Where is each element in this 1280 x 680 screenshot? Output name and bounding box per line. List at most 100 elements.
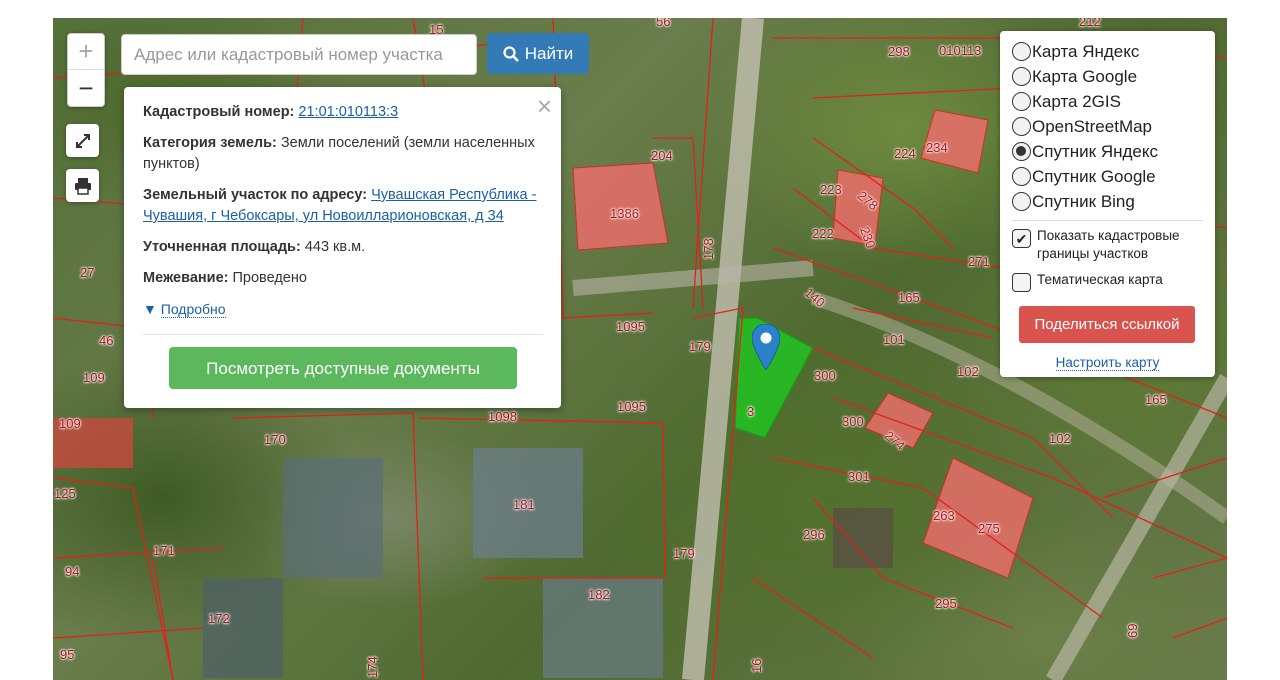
plot-number-label: 263	[933, 508, 955, 523]
plot-number-label: 174	[365, 656, 380, 678]
plot-number-label: 300	[814, 368, 836, 383]
layer-option[interactable]: Карта Яндекс	[1012, 39, 1215, 64]
plot-number-label: 224	[894, 146, 916, 161]
area-label: Уточненная площадь:	[143, 239, 301, 255]
plot-number-label: 1095	[617, 399, 646, 414]
radio-icon[interactable]	[1012, 67, 1031, 86]
plot-number-label: 179	[689, 339, 711, 354]
plot-number-label: 171	[153, 543, 175, 558]
configure-map-label[interactable]: Настроить карту	[1055, 355, 1160, 371]
plot-number-label: 1386	[610, 206, 639, 221]
plot-number-label: 179	[673, 546, 695, 561]
cadastral-number-row: Кадастровый номер: 21:01:010113:3	[143, 102, 543, 123]
layer-option[interactable]: Спутник Яндекс	[1012, 139, 1215, 164]
area-value: 443 кв.м.	[304, 239, 366, 255]
cadastral-number-label: Кадастровый номер:	[143, 104, 295, 120]
address-row: Земельный участок по адресу: Чувашская Р…	[143, 185, 543, 227]
plot-number-label: 298	[888, 44, 910, 59]
survey-row: Межевание: Проведено	[143, 268, 543, 289]
plot-number-label: 109	[83, 370, 105, 385]
show-boundaries-checkbox[interactable]: ✔ Показать кадастровые границы участков	[1012, 227, 1215, 263]
plot-number-label: 95	[60, 647, 75, 662]
map-layers-panel: Карта Яндекс Карта Google Карта 2GIS OpenSt…	[1000, 31, 1215, 377]
plot-number-label: 275	[978, 521, 1000, 536]
area-row: Уточненная площадь: 443 кв.м.	[143, 237, 543, 258]
cadastral-number-link[interactable]: 21:01:010113:3	[298, 104, 398, 120]
layer-option-label: Спутник Яндекс	[1032, 141, 1158, 161]
thematic-map-checkbox[interactable]: Тематическая карта	[1012, 271, 1215, 292]
layer-option-label: Спутник Google	[1032, 166, 1156, 186]
show-boundaries-label: Показать кадастровые границы участков	[1037, 228, 1180, 261]
radio-icon[interactable]	[1012, 167, 1031, 186]
search-button[interactable]: Найти	[487, 33, 589, 74]
layer-option[interactable]: Спутник Bing	[1012, 189, 1215, 214]
search-button-label: Найти	[524, 43, 574, 63]
divider	[1012, 220, 1203, 221]
layer-option-label: Спутник Bing	[1032, 191, 1135, 211]
checkbox-icon[interactable]: ✔	[1012, 229, 1031, 248]
plot-number-label: 56	[656, 18, 671, 29]
plot-number-label: 296	[803, 527, 825, 542]
plot-number-label: 125	[54, 486, 76, 501]
plot-number-label: 181	[513, 497, 535, 512]
plot-number-label: 102	[957, 364, 979, 379]
plot-number-label: 234	[926, 140, 948, 155]
share-link-button[interactable]: Поделиться ссылкой	[1019, 306, 1195, 343]
plot-number-label: 16	[749, 658, 764, 673]
layer-option[interactable]: Карта Google	[1012, 64, 1215, 89]
radio-icon[interactable]	[1012, 142, 1031, 161]
fullscreen-button[interactable]	[66, 124, 99, 157]
search-input[interactable]	[121, 34, 477, 75]
plot-number-label: 46	[99, 333, 114, 348]
plot-number-label: 300	[842, 414, 864, 429]
layer-option-label: Карта Яндекс	[1032, 41, 1140, 61]
details-toggle[interactable]: ▼ Подробно	[143, 299, 543, 320]
radio-icon[interactable]	[1012, 92, 1031, 111]
layer-option[interactable]: Спутник Google	[1012, 164, 1215, 189]
print-button[interactable]	[66, 169, 99, 202]
plot-number-label: 101	[883, 332, 905, 347]
plot-number-label: 1098	[488, 409, 517, 424]
layer-option-label: Карта Google	[1032, 66, 1138, 86]
plot-number-label: 165	[1145, 392, 1167, 407]
layer-option[interactable]: OpenStreetMap	[1012, 114, 1215, 139]
location-pin-icon[interactable]	[752, 324, 780, 370]
parcel-info-popup: × Кадастровый номер: 21:01:010113:3 Кате…	[124, 87, 561, 408]
radio-icon[interactable]	[1012, 192, 1031, 211]
plot-number-label: 010113	[939, 43, 982, 58]
zoom-control: + −	[67, 33, 105, 107]
print-icon	[74, 177, 91, 195]
configure-map-link[interactable]: Настроить карту	[1012, 355, 1215, 371]
zoom-out-button[interactable]: −	[68, 70, 104, 106]
layer-option-label: OpenStreetMap	[1032, 116, 1153, 136]
view-documents-button[interactable]: Посмотреть доступные документы	[169, 347, 517, 389]
close-icon[interactable]: ×	[537, 93, 552, 119]
zoom-in-button[interactable]: +	[68, 34, 104, 70]
checkbox-icon[interactable]	[1012, 273, 1031, 292]
plot-number-label: 1095	[616, 319, 645, 334]
layer-option-label: Карта 2GIS	[1032, 91, 1121, 111]
details-link[interactable]: Подробно	[160, 301, 226, 318]
search-icon	[503, 45, 519, 62]
survey-value: Проведено	[232, 270, 307, 286]
plot-number-label: 109	[59, 416, 81, 431]
radio-icon[interactable]	[1012, 42, 1031, 61]
caret-down-icon: ▼	[143, 301, 157, 317]
land-category-label: Категория земель:	[143, 135, 277, 151]
land-category-row: Категория земель: Земли поселений (земли…	[143, 133, 543, 175]
plot-number-label: 69	[1125, 623, 1140, 638]
plot-number-label: 165	[898, 290, 920, 305]
expand-icon	[75, 133, 90, 148]
plot-number-label: 102	[1049, 431, 1071, 446]
plot-number-label: 271	[968, 254, 990, 269]
plot-number-label: 212	[1079, 18, 1101, 29]
plot-number-label: 94	[65, 564, 80, 579]
plot-number-label: 170	[264, 432, 286, 447]
divider	[143, 334, 543, 335]
radio-icon[interactable]	[1012, 117, 1031, 136]
plot-number-label: 27	[80, 265, 95, 280]
plot-number-label: 178	[701, 238, 716, 260]
layer-option[interactable]: Карта 2GIS	[1012, 89, 1215, 114]
address-label: Земельный участок по адресу:	[143, 187, 368, 203]
thematic-map-label: Тематическая карта	[1037, 272, 1163, 287]
